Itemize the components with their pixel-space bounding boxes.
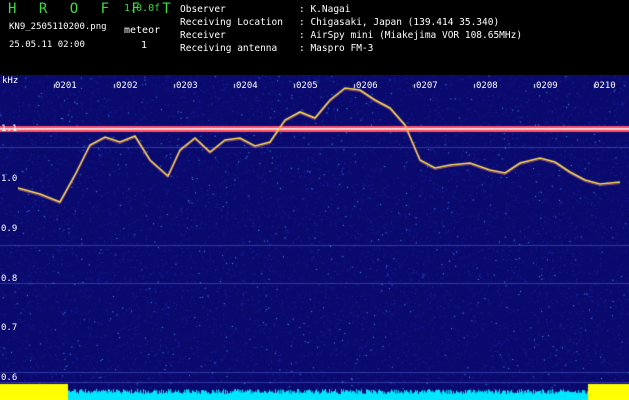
x-tick-label: 0205 [296, 81, 318, 91]
y-tick-label: 1.1 [1, 124, 18, 134]
x-tick-label: 0210 [594, 81, 616, 91]
y-tick-label: 1.0 [1, 174, 18, 184]
info-key: Observer [180, 4, 226, 15]
x-tick-label: 0206 [356, 81, 378, 91]
spectrogram-canvas [0, 75, 629, 400]
header-panel: H R O F F T 1.0.0f KN9_2505110200.png 25… [0, 0, 629, 75]
file-name: KN9_2505110200.png [9, 22, 107, 32]
x-tick-label: 0209 [536, 81, 558, 91]
y-tick-label: 0.8 [1, 274, 18, 284]
x-tick-label: 0207 [416, 81, 438, 91]
info-key: Receiving antenna [180, 43, 278, 54]
y-tick-label: 0.6 [1, 373, 18, 383]
info-row-location: Receiving Location : Chigasaki, Japan (1… [180, 16, 522, 29]
info-row-receiver: Receiver : AirSpy mini (Miakejima VOR 10… [180, 29, 522, 42]
info-value: : AirSpy mini (Miakejima VOR 108.65MHz) [299, 30, 523, 41]
observer-info: Observer : K.Nagai Receiving Location : … [180, 3, 522, 55]
info-key: Receiving Location [180, 17, 283, 28]
meteor-count: 1 [141, 40, 148, 51]
y-tick-label: 0.7 [1, 323, 18, 333]
x-tick-label: 0208 [476, 81, 498, 91]
info-key: Receiver [180, 30, 226, 41]
frequency-unit-label: kHz [2, 76, 19, 86]
capture-datetime: 25.05.11 02:00 [9, 40, 85, 50]
x-tick-label: 0201 [55, 81, 77, 91]
x-tick-label: 0204 [236, 81, 258, 91]
x-tick-label: 0202 [116, 81, 138, 91]
y-tick-label: 0.9 [1, 224, 18, 234]
info-value: : Chigasaki, Japan (139.414 35.340) [299, 17, 500, 28]
info-row-observer: Observer : K.Nagai [180, 3, 522, 16]
info-value: : Maspro FM-3 [299, 43, 374, 54]
info-value: : K.Nagai [299, 4, 351, 15]
meteor-label: meteor [124, 25, 161, 36]
x-tick-label: 0203 [176, 81, 198, 91]
info-row-antenna: Receiving antenna : Maspro FM-3 [180, 42, 522, 55]
app-version: 1.0.0f [124, 3, 161, 14]
